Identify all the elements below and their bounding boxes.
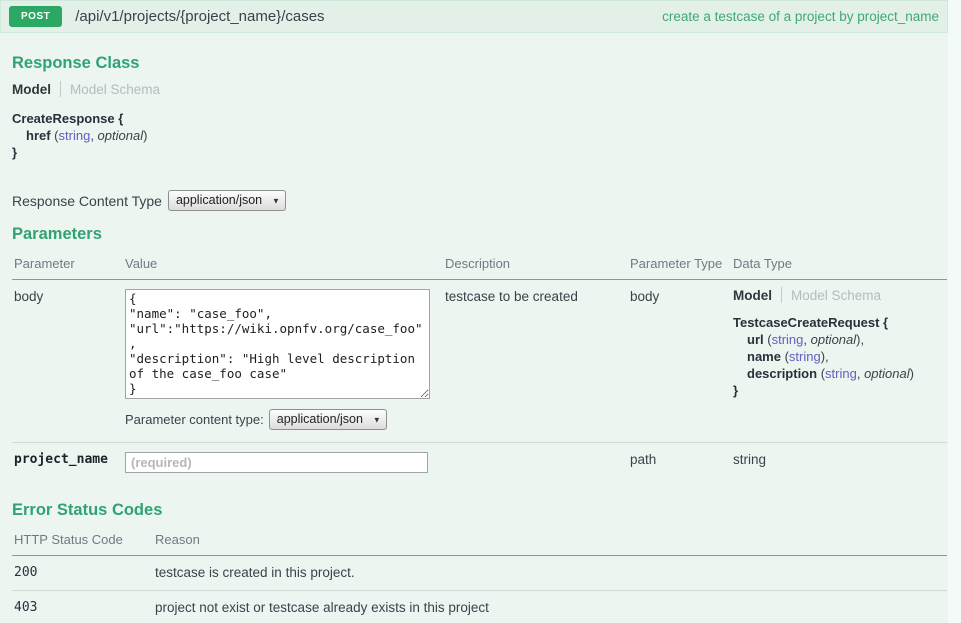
col-http-status-code: HTTP Status Code — [12, 528, 153, 556]
status-code: 200 — [12, 556, 153, 591]
response-model-tabs: Model Model Schema — [12, 81, 948, 97]
error-row-200: 200 testcase is created in this project. — [12, 556, 947, 591]
response-model-signature: CreateResponse { href (string, optional)… — [12, 110, 948, 161]
param-row-project-name: project_name path string — [12, 443, 947, 486]
parameters-table: Parameter Value Description Parameter Ty… — [12, 252, 947, 485]
operation-panel: POST /api/v1/projects/{project_name}/cas… — [0, 0, 948, 623]
param-type-project-name: path — [628, 443, 731, 486]
param-description-body: testcase to be created — [443, 280, 628, 443]
tab-divider — [781, 287, 782, 303]
param-description-project-name — [443, 443, 628, 486]
response-class-section: Response Class Model Model Schema Create… — [12, 33, 948, 211]
http-method-badge: POST — [9, 6, 62, 27]
response-content-type-row: Response Content Type application/json ▼ — [12, 190, 948, 211]
error-row-403: 403 project not exist or testcase alread… — [12, 591, 947, 623]
error-codes-section: Error Status Codes HTTP Status Code Reas… — [12, 485, 948, 623]
col-value: Value — [123, 252, 443, 280]
request-model-tabs: Model Model Schema — [733, 287, 941, 303]
body-parameter-textarea[interactable]: { "name": "case_foo", "url":"https://wik… — [125, 289, 430, 399]
col-parameter: Parameter — [12, 252, 123, 280]
response-content-type-label: Response Content Type — [12, 193, 162, 209]
model-open: CreateResponse { — [12, 110, 948, 127]
model-field: url (string, optional), — [733, 331, 941, 348]
status-code: 403 — [12, 591, 153, 623]
tab-divider — [60, 81, 61, 97]
model-close: } — [733, 382, 941, 399]
error-codes-title: Error Status Codes — [12, 501, 948, 520]
parameters-title: Parameters — [12, 225, 948, 244]
parameter-content-type-label: Parameter content type: — [125, 412, 264, 427]
error-codes-table: HTTP Status Code Reason 200 testcase is … — [12, 528, 947, 623]
operation-heading[interactable]: POST /api/v1/projects/{project_name}/cas… — [0, 0, 948, 33]
tab-model[interactable]: Model — [733, 288, 772, 303]
col-description: Description — [443, 252, 628, 280]
request-model-signature: TestcaseCreateRequest { url (string, opt… — [733, 314, 941, 399]
parameters-section: Parameters Parameter Value Description P… — [12, 211, 948, 485]
parameter-content-type-select[interactable]: application/json — [269, 409, 387, 430]
error-codes-header-row: HTTP Status Code Reason — [12, 528, 947, 556]
model-close: } — [12, 144, 948, 161]
model-field: description (string, optional) — [733, 365, 941, 382]
tab-model-schema[interactable]: Model Schema — [70, 82, 160, 97]
param-name-body: body — [12, 280, 123, 443]
project-name-input[interactable] — [125, 452, 428, 473]
model-open: TestcaseCreateRequest { — [733, 314, 941, 331]
col-reason: Reason — [153, 528, 947, 556]
param-row-body: body { "name": "case_foo", "url":"https:… — [12, 280, 947, 443]
col-data-type: Data Type — [731, 252, 947, 280]
status-reason: testcase is created in this project. — [153, 556, 947, 591]
operation-summary-link[interactable]: create a testcase of a project by projec… — [662, 9, 939, 24]
model-field: name (string), — [733, 348, 941, 365]
col-parameter-type: Parameter Type — [628, 252, 731, 280]
parameters-header-row: Parameter Value Description Parameter Ty… — [12, 252, 947, 280]
param-name-project-name: project_name — [12, 443, 123, 486]
model-field: href (string, optional) — [12, 127, 948, 144]
response-class-title: Response Class — [12, 54, 948, 73]
param-data-type-project-name: string — [731, 443, 947, 486]
response-content-type-select[interactable]: application/json — [168, 190, 286, 211]
tab-model[interactable]: Model — [12, 82, 51, 97]
status-reason: project not exist or testcase already ex… — [153, 591, 947, 623]
endpoint-path-link[interactable]: /api/v1/projects/{project_name}/cases — [75, 8, 324, 25]
param-type-body: body — [628, 280, 731, 443]
parameter-content-type-row: Parameter content type: application/json… — [125, 409, 437, 430]
tab-model-schema[interactable]: Model Schema — [791, 288, 881, 303]
